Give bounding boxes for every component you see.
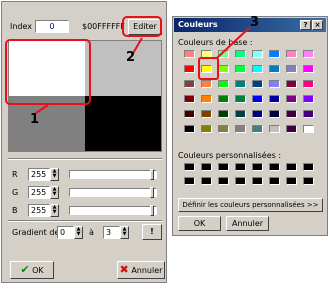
callout-number-3: 3 — [250, 15, 260, 30]
callout-number-1: 1 — [30, 112, 40, 127]
callout-number-2: 2 — [126, 50, 136, 65]
callout-line-3 — [216, 26, 251, 59]
callout-lines — [35, 26, 251, 114]
